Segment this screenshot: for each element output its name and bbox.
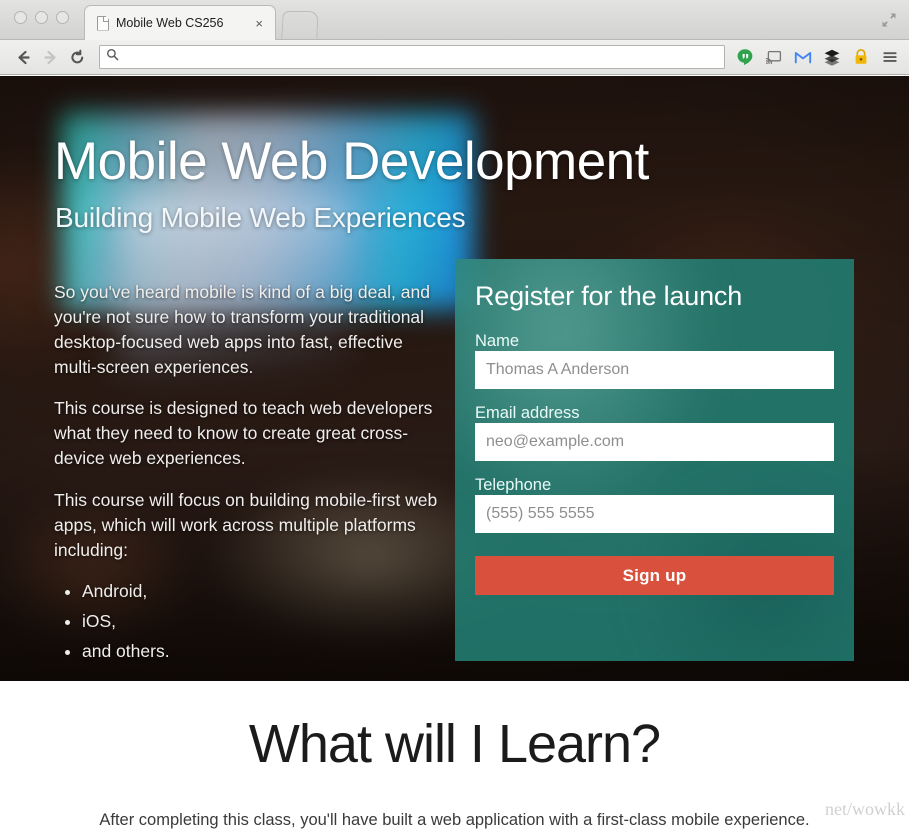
back-arrow-icon[interactable]	[10, 44, 37, 71]
page-icon	[97, 16, 109, 31]
hangouts-icon[interactable]	[735, 48, 754, 67]
email-input[interactable]	[475, 423, 834, 461]
forward-arrow-icon	[37, 44, 64, 71]
learn-subtitle: After completing this class, you'll have…	[99, 811, 810, 829]
buffer-icon[interactable]	[822, 48, 841, 67]
lastpass-icon[interactable]	[851, 48, 870, 67]
menu-icon[interactable]	[880, 48, 899, 67]
hero-paragraph-1: So you've heard mobile is kind of a big …	[54, 282, 430, 377]
expand-arrows-icon[interactable]	[879, 10, 899, 30]
name-input[interactable]	[475, 351, 834, 389]
page-title: Mobile Web Development	[54, 132, 649, 191]
window-zoom-button[interactable]	[56, 11, 69, 24]
platform-list: Android, iOS, and others.	[82, 579, 442, 664]
registration-heading: Register for the launch	[475, 281, 743, 311]
name-field-label: Name	[475, 332, 520, 350]
tab-title: Mobile Web CS256	[116, 16, 224, 30]
gmail-icon[interactable]	[793, 48, 812, 67]
cast-icon[interactable]	[764, 48, 783, 67]
hero-body-copy: So you've heard mobile is kind of a big …	[54, 280, 442, 669]
extension-icons	[731, 48, 899, 67]
browser-tabstrip: Mobile Web CS256 ×	[0, 0, 909, 40]
window-traffic-lights	[14, 11, 69, 24]
browser-window: Mobile Web CS256 × Mobile Web Developmen…	[0, 0, 909, 830]
learn-section: What will I Learn? After completing this…	[0, 681, 909, 830]
hero-section: Mobile Web Development Building Mobile W…	[0, 76, 909, 681]
browser-tab-active[interactable]: Mobile Web CS256 ×	[84, 5, 276, 40]
page-content: Mobile Web Development Building Mobile W…	[0, 76, 909, 830]
search-icon	[106, 48, 119, 66]
new-tab-button[interactable]	[281, 11, 319, 39]
address-bar-input[interactable]	[124, 50, 718, 64]
reload-icon[interactable]	[64, 44, 91, 71]
list-item: Android,	[82, 579, 442, 604]
sign-up-button[interactable]: Sign up	[475, 556, 834, 595]
window-minimize-button[interactable]	[35, 11, 48, 24]
hero-paragraph-2: This course is designed to teach web dev…	[54, 398, 433, 469]
telephone-input[interactable]	[475, 495, 834, 533]
telephone-field-label: Telephone	[475, 476, 552, 494]
registration-panel: Register for the launch Name Email addre…	[455, 259, 854, 661]
list-item: and others.	[82, 639, 442, 664]
list-item: iOS,	[82, 609, 442, 634]
close-icon[interactable]: ×	[251, 15, 267, 32]
window-close-button[interactable]	[14, 11, 27, 24]
browser-toolbar	[0, 40, 909, 75]
email-field-label: Email address	[475, 404, 580, 422]
page-subtitle: Building Mobile Web Experiences	[55, 202, 466, 233]
hero-paragraph-3: This course will focus on building mobil…	[54, 489, 438, 560]
address-bar[interactable]	[99, 45, 725, 69]
learn-title: What will I Learn?	[248, 714, 661, 774]
